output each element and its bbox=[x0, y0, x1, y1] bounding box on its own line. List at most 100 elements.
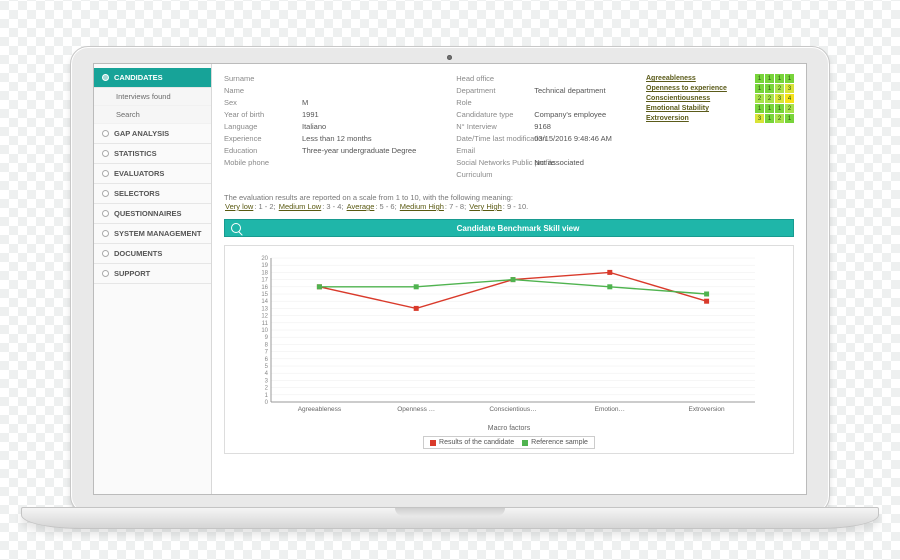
scale-level-link[interactable]: Average bbox=[347, 202, 375, 211]
trait-label: Conscientiousness bbox=[646, 95, 754, 102]
chart-header: Candidate Benchmark Skill view bbox=[224, 219, 794, 237]
bullet-icon bbox=[102, 270, 109, 277]
field-label: Experience bbox=[224, 134, 296, 143]
laptop-base bbox=[21, 507, 879, 529]
main-content: SurnameNameSexMYear of birth1991Language… bbox=[212, 64, 806, 494]
sidebar-item-evaluators[interactable]: EVALUATORS bbox=[94, 164, 211, 184]
info-col-left: SurnameNameSexMYear of birth1991Language… bbox=[224, 74, 416, 179]
field-label: Mobile phone bbox=[224, 158, 296, 167]
trait-cell: 3 bbox=[785, 84, 794, 93]
svg-text:20: 20 bbox=[261, 256, 268, 262]
svg-text:8: 8 bbox=[265, 342, 269, 348]
bullet-icon bbox=[102, 210, 109, 217]
field-label: Curriculum bbox=[456, 170, 528, 179]
benchmark-chart: 01234567891011121314151617181920Agreeabl… bbox=[243, 252, 763, 422]
sidebar-sub-search[interactable]: Search bbox=[94, 106, 211, 124]
trait-cell: 1 bbox=[755, 84, 764, 93]
sidebar-item-gap-analysis[interactable]: GAP ANALYSIS bbox=[94, 124, 211, 144]
svg-text:9: 9 bbox=[265, 335, 269, 341]
sidebar-item-statistics[interactable]: STATISTICS bbox=[94, 144, 211, 164]
bullet-icon bbox=[102, 150, 109, 157]
field-value: 1991 bbox=[302, 110, 416, 119]
trait-cell: 3 bbox=[755, 114, 764, 123]
field-label: Sex bbox=[224, 98, 296, 107]
sidebar-item-system-management[interactable]: SYSTEM MANAGEMENT bbox=[94, 224, 211, 244]
trait-grid: Agreeableness1111Openness to experience1… bbox=[646, 74, 794, 179]
field-label: Email bbox=[456, 146, 528, 155]
field-value: 03/15/2016 9:48:46 AM bbox=[534, 134, 612, 143]
sidebar-item-selectors[interactable]: SELECTORS bbox=[94, 184, 211, 204]
scale-level-link[interactable]: Medium Low bbox=[279, 202, 322, 211]
chart-container: 01234567891011121314151617181920Agreeabl… bbox=[224, 245, 794, 454]
scale-note: The evaluation results are reported on a… bbox=[224, 193, 794, 211]
svg-text:15: 15 bbox=[261, 292, 268, 298]
trait-cell: 4 bbox=[785, 94, 794, 103]
svg-text:Conscientious…: Conscientious… bbox=[489, 406, 536, 413]
field-value bbox=[534, 146, 612, 155]
field-value: M bbox=[302, 98, 416, 107]
svg-text:7: 7 bbox=[265, 350, 269, 356]
svg-text:3: 3 bbox=[265, 378, 269, 384]
sidebar-item-questionnaires[interactable]: QUESTIONNAIRES bbox=[94, 204, 211, 224]
bullet-icon bbox=[102, 190, 109, 197]
chart-title: Candidate Benchmark Skill view bbox=[249, 224, 787, 233]
field-label: Name bbox=[224, 86, 296, 95]
app-root: CANDIDATESInterviews foundSearchGAP ANAL… bbox=[94, 64, 806, 494]
bullet-icon bbox=[102, 130, 109, 137]
trait-cell: 1 bbox=[765, 84, 774, 93]
field-value: Italiano bbox=[302, 122, 416, 131]
laptop-frame: CANDIDATESInterviews foundSearchGAP ANAL… bbox=[70, 46, 830, 514]
field-label: Year of birth bbox=[224, 110, 296, 119]
field-value: Company's employee bbox=[534, 110, 612, 119]
info-columns: SurnameNameSexMYear of birth1991Language… bbox=[224, 74, 632, 179]
trait-row: Conscientiousness2234 bbox=[646, 94, 794, 103]
svg-text:Agreeableness: Agreeableness bbox=[298, 406, 342, 413]
scale-prefix: The evaluation results are reported on a… bbox=[224, 193, 794, 202]
trait-cell: 2 bbox=[765, 94, 774, 103]
legend-reference: Reference sample bbox=[522, 439, 588, 446]
magnify-icon[interactable] bbox=[231, 223, 241, 233]
bullet-icon bbox=[102, 74, 109, 81]
bullet-icon bbox=[102, 170, 109, 177]
field-label: Role bbox=[456, 98, 528, 107]
trait-cell: 1 bbox=[775, 104, 784, 113]
trait-cell: 3 bbox=[775, 94, 784, 103]
chart-legend: Results of the candidate Reference sampl… bbox=[243, 436, 775, 449]
sidebar-item-candidates[interactable]: CANDIDATES bbox=[94, 68, 211, 88]
svg-text:2: 2 bbox=[265, 386, 269, 392]
scale-level-link[interactable]: Medium High bbox=[400, 202, 444, 211]
field-label: Head office bbox=[456, 74, 528, 83]
svg-text:12: 12 bbox=[261, 314, 268, 320]
scale-level-link[interactable]: Very High bbox=[469, 202, 502, 211]
trait-label: Emotional Stability bbox=[646, 105, 754, 112]
sidebar-item-support[interactable]: SUPPORT bbox=[94, 264, 211, 284]
trait-cell: 1 bbox=[785, 114, 794, 123]
field-value: Not associated bbox=[534, 158, 612, 167]
field-value bbox=[534, 98, 612, 107]
svg-text:5: 5 bbox=[265, 364, 269, 370]
svg-text:1: 1 bbox=[265, 393, 269, 399]
field-value: 9168 bbox=[534, 122, 612, 131]
field-label: Candidature type bbox=[456, 110, 528, 119]
bullet-icon bbox=[102, 250, 109, 257]
svg-text:19: 19 bbox=[261, 263, 268, 269]
info-col-right: Head officeDepartmentTechnical departmen… bbox=[456, 74, 612, 179]
scale-levels: Very low: 1 - 2; Medium Low: 3 - 4; Aver… bbox=[224, 202, 794, 211]
field-label: Date/Time last modification bbox=[456, 134, 528, 143]
field-value bbox=[534, 74, 612, 83]
trait-cell: 1 bbox=[755, 74, 764, 83]
sidebar-sub-interviews-found[interactable]: Interviews found bbox=[94, 88, 211, 106]
field-value: Technical department bbox=[534, 86, 612, 95]
scale-level-link[interactable]: Very low bbox=[225, 202, 253, 211]
svg-text:Openness …: Openness … bbox=[397, 406, 435, 413]
field-value: Three-year undergraduate Degree bbox=[302, 146, 416, 155]
sidebar-item-documents[interactable]: DOCUMENTS bbox=[94, 244, 211, 264]
bullet-icon bbox=[102, 230, 109, 237]
svg-text:6: 6 bbox=[265, 357, 269, 363]
svg-text:16: 16 bbox=[261, 285, 268, 291]
svg-text:0: 0 bbox=[265, 400, 269, 406]
trait-cell: 1 bbox=[775, 74, 784, 83]
trait-cell: 2 bbox=[775, 114, 784, 123]
field-value bbox=[302, 74, 416, 83]
svg-text:4: 4 bbox=[265, 371, 269, 377]
